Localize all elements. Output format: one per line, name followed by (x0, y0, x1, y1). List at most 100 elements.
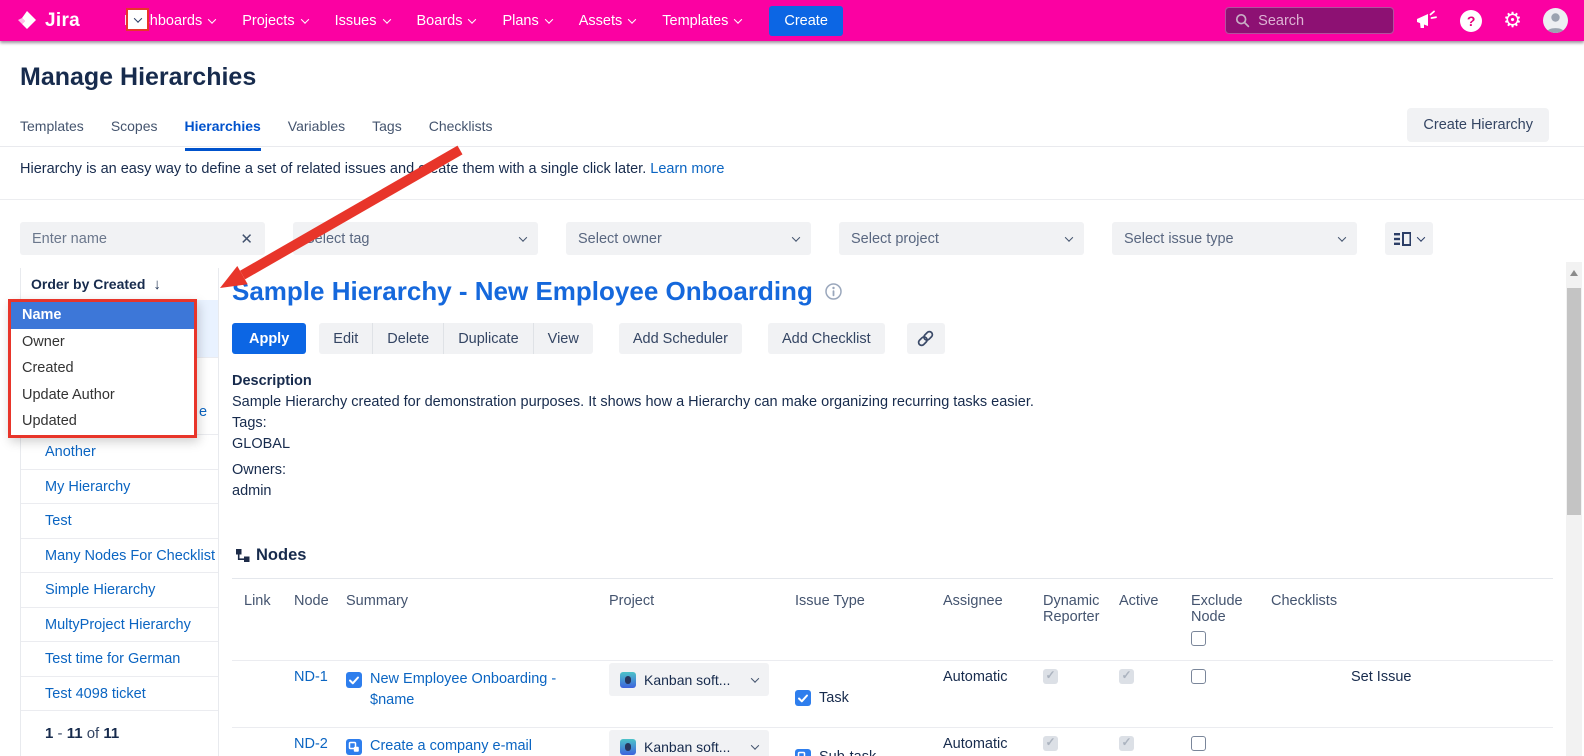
scroll-up-icon[interactable] (1570, 270, 1578, 276)
detail-view-icon (1394, 232, 1411, 246)
nav-menu: Dashboards Projects Issues Boards Plans … (124, 13, 741, 29)
dropdown-option-created[interactable]: Created (11, 355, 194, 382)
jira-logo-text: Jira (45, 10, 80, 32)
assignee-cell: Automatic (943, 661, 1043, 727)
dropdown-option-name[interactable]: Name (11, 302, 194, 329)
hierarchy-item[interactable]: Test time for German (21, 642, 218, 677)
vertical-scrollbar[interactable] (1566, 262, 1582, 756)
owner-filter-select[interactable]: Select owner (566, 222, 811, 255)
dropdown-option-updated[interactable]: Updated (11, 408, 194, 435)
duplicate-button[interactable]: Duplicate (444, 323, 533, 354)
node-key-link[interactable]: ND-2 (294, 736, 328, 752)
col-link: Link (244, 585, 294, 650)
learn-more-link[interactable]: Learn more (650, 161, 724, 177)
copy-link-button[interactable] (907, 323, 945, 354)
hierarchy-item[interactable]: Test 4098 ticket (21, 677, 218, 712)
issue-type-cell: Sub-task (795, 728, 943, 756)
gear-icon[interactable]: ⚙ (1503, 10, 1522, 31)
link-icon (916, 329, 935, 348)
nav-item-projects[interactable]: Projects (242, 13, 307, 29)
nodes-section-title: Nodes (236, 546, 306, 565)
col-active: Active (1119, 585, 1191, 650)
delete-button[interactable]: Delete (373, 323, 444, 354)
nav-item-assets[interactable]: Assets (579, 13, 636, 29)
nav-item-plans[interactable]: Plans (502, 13, 551, 29)
scrollbar-thumb[interactable] (1567, 288, 1581, 515)
table-row: ND-2 Create a company e-mail address Kan… (232, 728, 1553, 756)
search-input[interactable] (1258, 13, 1378, 29)
view-layout-button[interactable] (1385, 222, 1433, 255)
exclude-node-checkbox[interactable] (1191, 736, 1206, 751)
tabs-divider (0, 146, 1584, 147)
info-icon[interactable] (825, 283, 842, 300)
summary-link[interactable]: New Employee Onboarding - $name (370, 669, 576, 711)
active-checkbox (1119, 736, 1134, 751)
hierarchy-item[interactable]: Test (21, 504, 218, 539)
hierarchy-title: Sample Hierarchy - New Employee Onboardi… (232, 276, 1553, 307)
pagination: 1 - 11 of 11 (21, 711, 218, 756)
owners-label: Owners: (232, 460, 1553, 481)
task-icon (346, 672, 362, 688)
chevron-down-icon (751, 674, 759, 682)
global-search[interactable] (1225, 7, 1394, 34)
hierarchy-tree-icon (236, 548, 250, 563)
dropdown-option-owner[interactable]: Owner (11, 329, 194, 356)
hierarchy-item[interactable]: Many Nodes For Checklist (21, 539, 218, 574)
subtask-icon (795, 749, 811, 756)
filter-bar: ✕ Select tag Select owner Select project… (20, 222, 1433, 255)
description-text: Sample Hierarchy created for demonstrati… (232, 392, 1553, 413)
help-icon[interactable]: ? (1460, 10, 1482, 32)
chevron-down-icon (628, 15, 636, 23)
col-summary: Summary (346, 585, 609, 650)
exclude-all-checkbox[interactable] (1191, 631, 1206, 646)
create-button[interactable]: Create (769, 6, 843, 36)
view-button[interactable]: View (534, 323, 593, 354)
hierarchy-item[interactable]: My Hierarchy (21, 470, 218, 505)
sort-direction-icon[interactable]: ↓ (153, 276, 161, 293)
page-title: Manage Hierarchies (20, 63, 256, 92)
chevron-down-icon (300, 15, 308, 23)
hierarchy-item[interactable]: Simple Hierarchy (21, 573, 218, 608)
intro-divider (0, 199, 1584, 200)
chevron-down-icon (208, 15, 216, 23)
add-scheduler-button[interactable]: Add Scheduler (619, 323, 742, 354)
add-checklist-button[interactable]: Add Checklist (768, 323, 885, 354)
issue-type-filter-select[interactable]: Select issue type (1112, 222, 1357, 255)
node-key-link[interactable]: ND-1 (294, 669, 328, 685)
nav-item-boards[interactable]: Boards (417, 13, 476, 29)
jira-logo[interactable]: Jira (16, 10, 80, 32)
order-by-dropdown-button[interactable] (126, 8, 149, 31)
apply-button[interactable]: Apply (232, 323, 306, 354)
edit-button[interactable]: Edit (319, 323, 373, 354)
nodes-table-header: Link Node Summary Project Issue Type Ass… (232, 585, 1553, 650)
project-select[interactable]: Kanban soft... (609, 730, 769, 756)
tags-label: Tags: (232, 413, 1553, 434)
set-issue-link[interactable]: Set Issue (1271, 661, 1553, 727)
description-label: Description (232, 371, 1553, 392)
col-issue-type: Issue Type (795, 585, 943, 650)
order-by-label[interactable]: Order by Created (31, 276, 145, 292)
project-select[interactable]: Kanban soft... (609, 663, 769, 696)
search-icon (1235, 13, 1250, 28)
tag-filter-select[interactable]: Select tag (293, 222, 538, 255)
set-issue-link[interactable] (1271, 728, 1553, 756)
name-filter-input[interactable] (32, 231, 240, 247)
nav-item-templates[interactable]: Templates (662, 13, 741, 29)
chevron-down-icon (133, 14, 141, 22)
task-icon (795, 690, 811, 706)
project-avatar (620, 672, 636, 688)
jira-logo-icon (16, 10, 38, 32)
clear-icon[interactable]: ✕ (240, 230, 253, 248)
summary-link[interactable]: Create a company e-mail address (370, 736, 576, 756)
chevron-down-icon (1065, 233, 1073, 241)
user-avatar[interactable] (1543, 8, 1568, 33)
order-by-dropdown-menu: Name Owner Created Update Author Updated (8, 299, 197, 438)
dropdown-option-update-author[interactable]: Update Author (11, 382, 194, 409)
hierarchy-item[interactable]: MultyProject Hierarchy (21, 608, 218, 643)
create-hierarchy-button[interactable]: Create Hierarchy (1407, 108, 1549, 142)
nav-item-issues[interactable]: Issues (335, 13, 390, 29)
project-filter-select[interactable]: Select project (839, 222, 1084, 255)
megaphone-icon[interactable] (1415, 10, 1439, 32)
hierarchy-item[interactable]: Another (21, 435, 218, 470)
exclude-node-checkbox[interactable] (1191, 669, 1206, 684)
